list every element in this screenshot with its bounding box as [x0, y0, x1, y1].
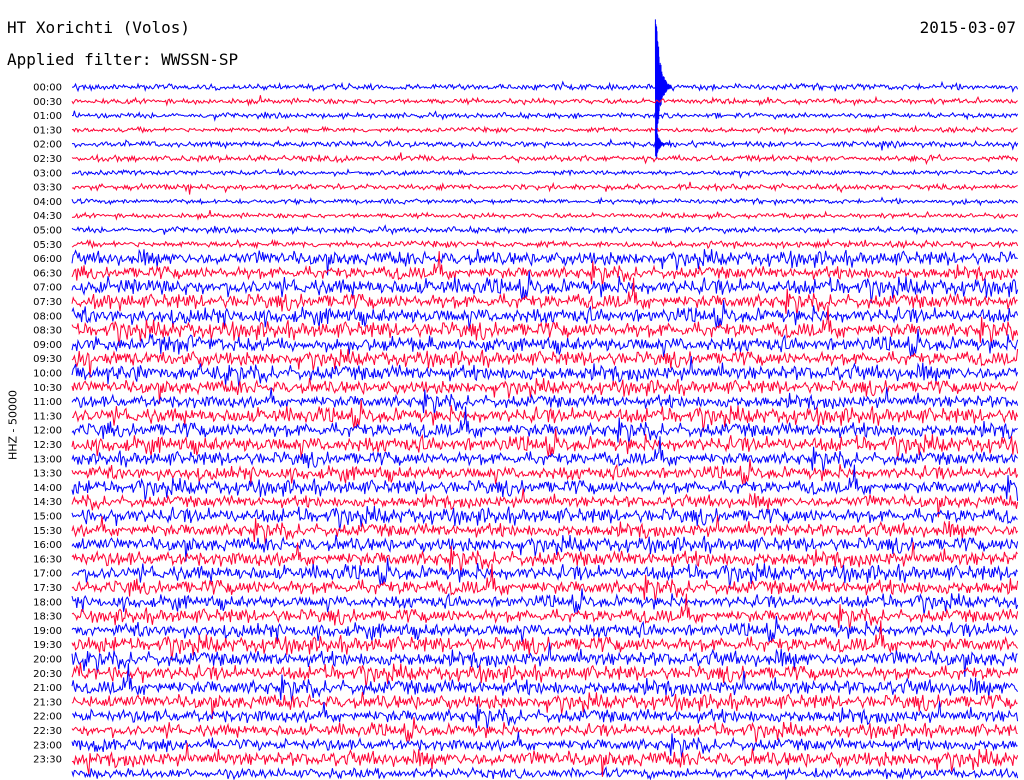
time-tick-label: 04:30 — [33, 211, 62, 222]
trace-row-1330 — [71, 459, 1019, 485]
trace-row-1530 — [71, 515, 1019, 544]
time-tick-label: 12:00 — [33, 426, 62, 437]
time-tick-label: 21:00 — [33, 683, 62, 694]
time-tick-label: 10:30 — [33, 383, 62, 394]
trace-row-0230 — [71, 152, 1019, 166]
time-tick-label: 20:30 — [33, 669, 62, 680]
trace-row-2230 — [71, 717, 1018, 744]
trace-row-0000 — [71, 19, 1019, 142]
time-tick-label: 18:30 — [33, 612, 62, 623]
time-tick-label: 18:00 — [33, 597, 62, 608]
time-tick-label: 01:30 — [33, 125, 62, 136]
time-tick-label: 14:00 — [33, 483, 62, 494]
time-tick-label: 10:00 — [33, 369, 62, 380]
time-tick-label: 16:00 — [33, 540, 62, 551]
time-tick-label: 23:00 — [33, 740, 62, 751]
trace-row-1500 — [71, 505, 1018, 532]
time-tick-label: 03:30 — [33, 183, 62, 194]
time-tick-label: 15:00 — [33, 512, 62, 523]
time-tick-label: 11:00 — [33, 397, 62, 408]
time-tick-label: 14:30 — [33, 497, 62, 508]
time-tick-label: 13:00 — [33, 454, 62, 465]
time-tick-label: 19:30 — [33, 640, 62, 651]
trace-row-0130 — [71, 124, 1018, 136]
time-tick-label: 20:00 — [33, 655, 62, 666]
time-tick-label: 06:30 — [33, 268, 62, 279]
trace-row-0530 — [71, 237, 1019, 251]
trace-row-0300 — [71, 167, 1018, 179]
time-tick-label: 08:00 — [33, 311, 62, 322]
time-tick-label: 09:00 — [33, 340, 62, 351]
time-tick-label: 19:00 — [33, 626, 62, 637]
trace-row-0500 — [71, 224, 1018, 236]
trace-row-1730 — [71, 563, 1019, 602]
time-tick-label: 17:00 — [33, 569, 62, 580]
time-tick-label: 15:30 — [33, 526, 62, 537]
time-tick-label: 06:00 — [33, 254, 62, 265]
time-tick-label: 05:30 — [33, 240, 62, 251]
time-tick-label: 23:30 — [33, 755, 62, 766]
time-tick-label: 16:30 — [33, 554, 62, 565]
trace-row-0030 — [71, 95, 1018, 107]
trace-layer — [71, 19, 1019, 780]
time-tick-label: 00:00 — [33, 83, 62, 94]
time-tick-label: 07:30 — [33, 297, 62, 308]
time-tick-label: 08:30 — [33, 326, 62, 337]
trace-row-0100 — [71, 110, 1019, 122]
helicorder-plot: 00:00 00:30 01:00 01:30 02:00 02:30 03:00 03:30… — [33, 19, 1019, 780]
time-tick-label: 00:30 — [33, 97, 62, 108]
time-tick-label: 21:30 — [33, 697, 62, 708]
trace-row-0400 — [71, 196, 1018, 207]
time-tick-label: 07:00 — [33, 283, 62, 294]
time-tick-label: 03:00 — [33, 168, 62, 179]
trace-row-0330 — [71, 181, 1018, 195]
trace-row-1200 — [71, 406, 1018, 445]
trace-row-1300 — [71, 436, 1018, 473]
time-tick-label: 13:30 — [33, 469, 62, 480]
time-tick-label: 22:30 — [33, 726, 62, 737]
trace-row-1830 — [71, 593, 1019, 630]
time-tick-label: 17:30 — [33, 583, 62, 594]
time-tick-label: 22:00 — [33, 712, 62, 723]
trace-row-continuation — [71, 766, 1019, 780]
trace-row-0630 — [71, 251, 1019, 286]
time-tick-label: 02:00 — [33, 140, 62, 151]
trace-row-1630 — [71, 541, 1018, 574]
time-tick-label: 01:00 — [33, 111, 62, 122]
time-tick-label: 11:30 — [33, 411, 62, 422]
trace-row-0430 — [71, 209, 1019, 221]
time-axis: 00:00 00:30 01:00 01:30 02:00 02:30 03:00 03:30… — [33, 83, 62, 766]
time-tick-label: 02:30 — [33, 154, 62, 165]
trace-row-0900 — [71, 329, 1019, 358]
time-tick-label: 05:00 — [33, 226, 62, 237]
trace-row-2030 — [71, 662, 1019, 688]
time-tick-label: 12:30 — [33, 440, 62, 451]
time-tick-label: 04:00 — [33, 197, 62, 208]
trace-row-1000 — [71, 355, 1019, 388]
time-tick-label: 09:30 — [33, 354, 62, 365]
